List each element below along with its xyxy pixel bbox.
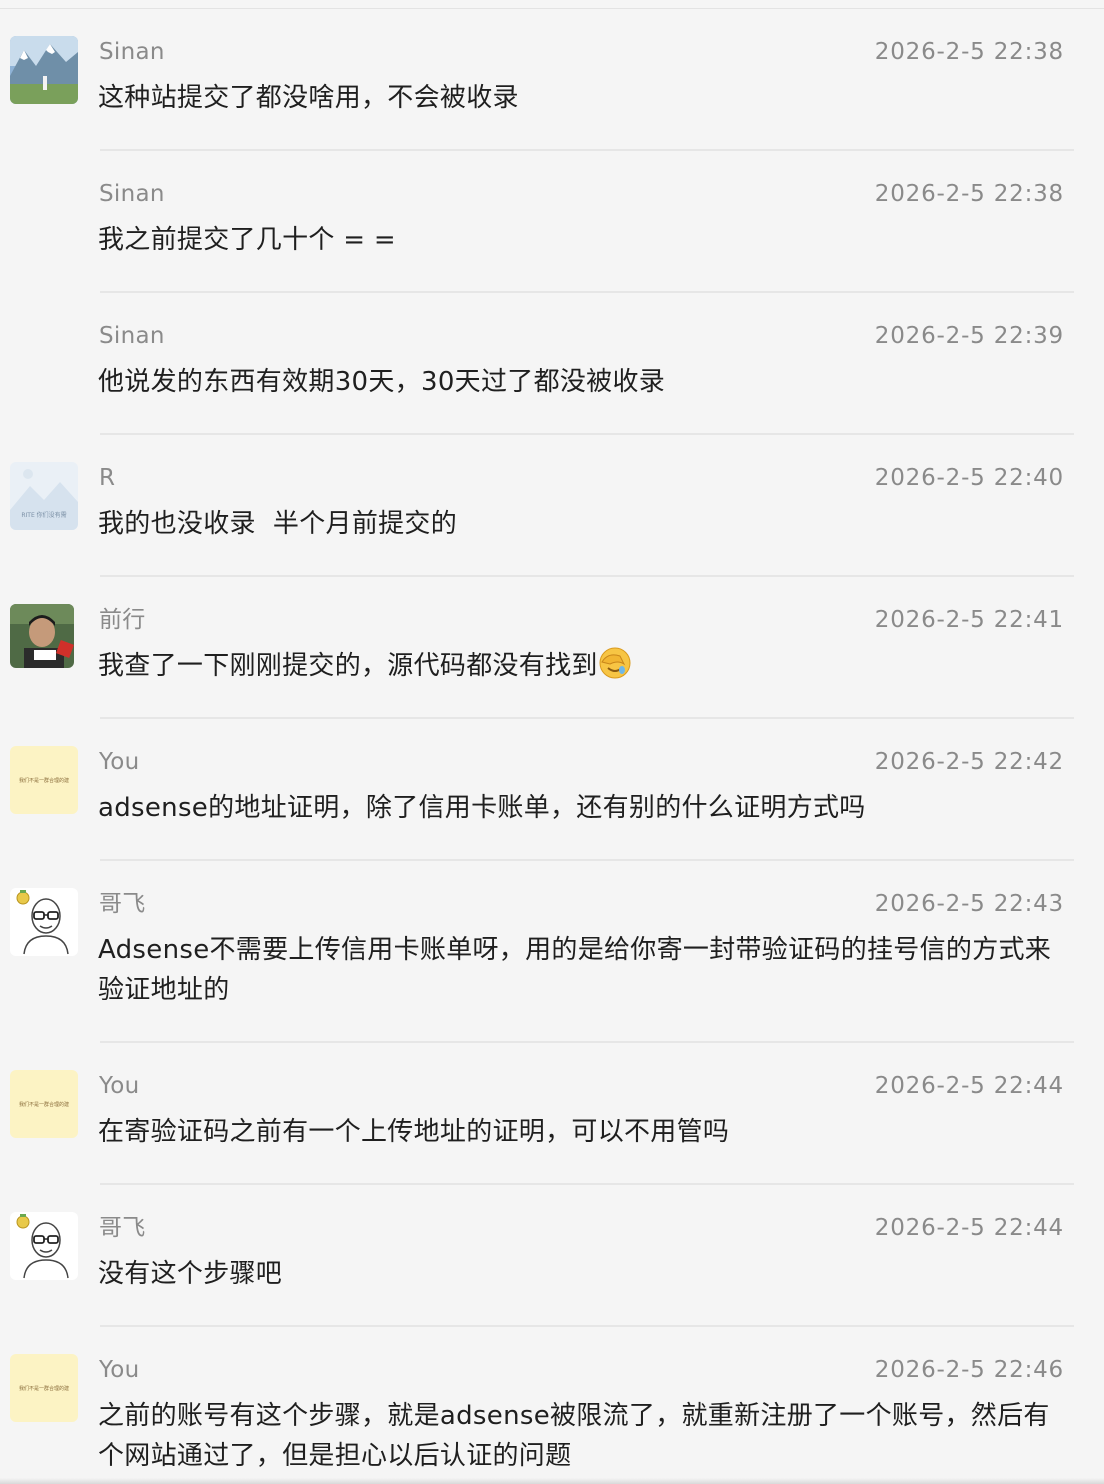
sender-name: You bbox=[99, 1073, 140, 1099]
facepalm-emoji bbox=[599, 647, 631, 679]
placeholder-landscape-avatar[interactable]: RITE 你们没有需 bbox=[10, 462, 78, 530]
sender-name: Sinan bbox=[99, 39, 165, 65]
message-timestamp: 2026-2-5 22:38 bbox=[874, 39, 1064, 65]
message-timestamp: 2026-2-5 22:38 bbox=[874, 181, 1064, 207]
mountain-photo-avatar[interactable] bbox=[10, 36, 78, 104]
avatar-caption: 我们不是一群合理的建 bbox=[19, 1385, 69, 1392]
message-divider bbox=[100, 717, 1074, 719]
avatar-caption: 我们不是一群合理的建 bbox=[19, 1101, 69, 1108]
sender-name: Sinan bbox=[99, 323, 165, 349]
message-timestamp: 2026-2-5 22:44 bbox=[874, 1215, 1064, 1241]
cartoon-man-avatar[interactable] bbox=[10, 1212, 78, 1280]
message-text: 这种站提交了都没啥用，不会被收录 bbox=[98, 83, 519, 113]
bottom-edge bbox=[0, 1478, 1104, 1484]
sender-name: You bbox=[99, 749, 140, 775]
sender-name: 哥飞 bbox=[99, 1215, 146, 1241]
message-timestamp: 2026-2-5 22:42 bbox=[874, 749, 1064, 775]
yellow-note-avatar[interactable]: 我们不是一群合理的建 bbox=[10, 1070, 78, 1138]
cartoon-man-avatar[interactable] bbox=[10, 888, 78, 956]
sender-name: R bbox=[99, 465, 116, 491]
message-text: 之前的账号有这个步骤，就是adsense被限流了，就重新注册了一个账号，然后有个… bbox=[98, 1401, 1050, 1471]
message-divider bbox=[100, 291, 1074, 293]
message-text: 我之前提交了几十个 = = bbox=[98, 225, 396, 255]
message-text: 我的也没收录 半个月前提交的 bbox=[98, 509, 458, 539]
message-divider bbox=[100, 1183, 1074, 1185]
sender-name: You bbox=[99, 1357, 140, 1383]
yellow-note-avatar[interactable]: 我们不是一群合理的建 bbox=[10, 746, 78, 814]
message-timestamp: 2026-2-5 22:46 bbox=[874, 1357, 1064, 1383]
message-text: 我查了一下刚刚提交的，源代码都没有找到 bbox=[98, 646, 1058, 686]
message-divider bbox=[100, 433, 1074, 435]
avatar-caption: 我们不是一群合理的建 bbox=[19, 777, 69, 784]
message-text-body: 我查了一下刚刚提交的，源代码都没有找到 bbox=[98, 651, 598, 681]
message-timestamp: 2026-2-5 22:40 bbox=[874, 465, 1064, 491]
sender-name: 哥飞 bbox=[99, 891, 146, 917]
person-photo-avatar[interactable] bbox=[10, 604, 74, 668]
message-divider bbox=[100, 149, 1074, 151]
message-text: 没有这个步骤吧 bbox=[98, 1259, 283, 1289]
message-divider bbox=[100, 1041, 1074, 1043]
message-divider bbox=[100, 575, 1074, 577]
message-text: adsense的地址证明，除了信用卡账单，还有别的什么证明方式吗 bbox=[98, 793, 866, 823]
sender-name: Sinan bbox=[99, 181, 165, 207]
avatar-caption: RITE 你们没有需 bbox=[21, 511, 66, 519]
top-border bbox=[0, 8, 1104, 9]
message-timestamp: 2026-2-5 22:44 bbox=[874, 1073, 1064, 1099]
yellow-note-avatar[interactable]: 我们不是一群合理的建 bbox=[10, 1354, 78, 1422]
message-timestamp: 2026-2-5 22:39 bbox=[874, 323, 1064, 349]
message-text: Adsense不需要上传信用卡账单呀，用的是给你寄一封带验证码的挂号信的方式来验… bbox=[98, 935, 1052, 1005]
sender-name: 前行 bbox=[99, 607, 146, 633]
message-divider bbox=[100, 859, 1074, 861]
message-timestamp: 2026-2-5 22:43 bbox=[874, 891, 1064, 917]
message-timestamp: 2026-2-5 22:41 bbox=[874, 607, 1064, 633]
message-text: 在寄验证码之前有一个上传地址的证明，可以不用管吗 bbox=[98, 1117, 730, 1147]
message-divider bbox=[100, 1325, 1074, 1327]
message-text: 他说发的东西有效期30天，30天过了都没被收录 bbox=[98, 367, 666, 397]
